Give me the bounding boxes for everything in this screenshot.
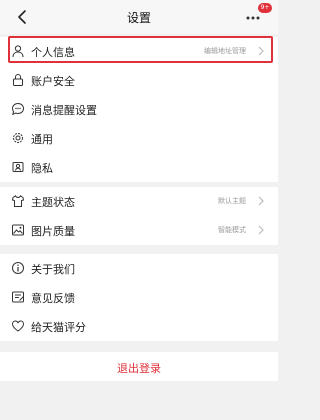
privacy-icon <box>11 160 25 174</box>
chat-icon <box>11 102 25 116</box>
row-label: 账户安全 <box>31 75 75 88</box>
row-label: 消息提醒设置 <box>31 104 97 117</box>
row-label: 图片质量 <box>31 225 75 238</box>
notification-badge: 9+ <box>258 3 272 13</box>
logout-button[interactable]: 退出登录 <box>0 360 278 376</box>
logout-row[interactable]: 退出登录 <box>0 352 278 381</box>
row-theme[interactable]: 主题状态 默认主题 <box>0 187 278 216</box>
info-icon <box>11 261 25 275</box>
row-personal-info[interactable]: 个人信息 编辑地址管理 <box>0 37 278 66</box>
row-label: 通用 <box>31 133 53 146</box>
page-title: 设置 <box>126 11 151 25</box>
nav-header: 设置 9+ <box>0 0 278 34</box>
row-rate-app[interactable]: 给天猫评分 <box>0 312 278 341</box>
more-icon[interactable] <box>244 12 266 22</box>
row-privacy[interactable]: 隐私 <box>0 153 278 182</box>
row-label: 关于我们 <box>31 263 75 276</box>
gear-icon <box>11 131 25 145</box>
row-label: 个人信息 <box>31 46 75 59</box>
row-about-us[interactable]: 关于我们 <box>0 254 278 283</box>
settings-group-about: 关于我们 意见反馈 给天猫评分 <box>0 254 278 341</box>
lock-icon <box>11 73 25 87</box>
chevron-right-icon <box>257 45 265 57</box>
row-image-quality[interactable]: 图片质量 智能模式 <box>0 216 278 245</box>
row-message-settings[interactable]: 消息提醒设置 <box>0 95 278 124</box>
shirt-icon <box>11 194 25 208</box>
heart-icon <box>11 319 25 333</box>
chevron-right-icon <box>257 195 265 207</box>
row-value: 默认主题 <box>218 197 246 205</box>
person-icon <box>11 44 25 58</box>
settings-group-display: 主题状态 默认主题 图片质量 智能模式 <box>0 187 278 245</box>
row-label: 给天猫评分 <box>31 321 86 334</box>
settings-group-account: 个人信息 编辑地址管理 账户安全 消息提醒设置 通用 隐私 <box>0 37 278 182</box>
feedback-icon <box>11 290 25 304</box>
row-label: 意见反馈 <box>31 292 75 305</box>
chevron-right-icon <box>257 224 265 236</box>
row-label: 主题状态 <box>31 196 75 209</box>
row-feedback[interactable]: 意见反馈 <box>0 283 278 312</box>
image-icon <box>11 223 25 237</box>
row-value: 智能模式 <box>218 226 246 234</box>
row-account-security[interactable]: 账户安全 <box>0 66 278 95</box>
row-label: 隐私 <box>31 162 53 175</box>
row-general[interactable]: 通用 <box>0 124 278 153</box>
row-value: 编辑地址管理 <box>204 47 246 55</box>
